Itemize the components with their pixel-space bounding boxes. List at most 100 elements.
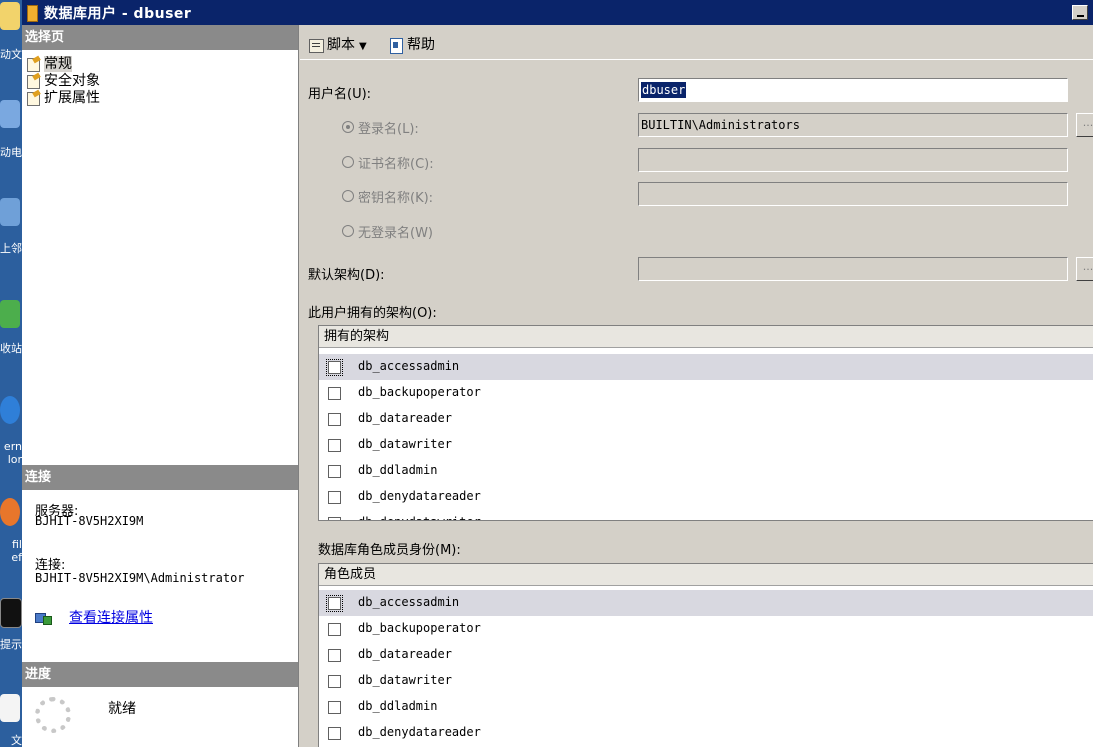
username-input[interactable]: dbuser (638, 78, 1068, 102)
login-name-label: 登录名(L): (358, 122, 419, 137)
desktop-icon-label: ern lor (3, 440, 22, 466)
role-member-row[interactable]: db_denydatareader (319, 720, 1093, 746)
role-member-checkbox[interactable] (326, 595, 343, 612)
without-login-label: 无登录名(W) (358, 226, 433, 241)
desktop-icon-label: 上邻 (0, 242, 22, 255)
desktop-icon-label: 动电 (0, 146, 22, 159)
desktop-icon-firefox[interactable]: fil ef (0, 498, 22, 570)
progress-status: 就绪 (108, 701, 136, 717)
certificate-name-field[interactable] (638, 148, 1068, 172)
role-membership-label: 数据库角色成员身份(M): (318, 543, 461, 558)
without-login-radio[interactable] (342, 225, 354, 237)
script-icon (308, 37, 324, 53)
owned-schema-checkbox[interactable] (326, 359, 343, 376)
owned-schema-row[interactable]: db_denydatawriter (319, 510, 1093, 520)
role-members-header: 角色成员 (319, 564, 1093, 586)
help-button[interactable]: 帮助 (388, 34, 435, 54)
owned-schemas-header: 拥有的架构 (319, 326, 1093, 348)
default-schema-browse-button[interactable]: ... (1076, 257, 1093, 281)
minimize-button[interactable] (1072, 5, 1088, 20)
owned-schema-row[interactable]: db_datawriter (319, 432, 1093, 458)
progress-spinner-icon (35, 697, 71, 733)
role-member-checkbox[interactable] (328, 701, 341, 714)
role-member-checkbox[interactable] (328, 727, 341, 740)
owned-schema-checkbox[interactable] (328, 491, 341, 504)
right-pane: 脚本 ▼ 帮助 用户名(U): dbuser 登录名(L): BUILTIN\Ad… (300, 25, 1093, 747)
firefox-icon (0, 498, 20, 526)
login-name-radio[interactable] (342, 121, 354, 133)
role-member-name: db_datawriter (358, 673, 452, 687)
login-name-value: BUILTIN\Administrators (641, 118, 800, 132)
page-general[interactable]: 常规 (25, 56, 72, 73)
role-member-checkbox[interactable] (328, 623, 341, 636)
certificate-name-label: 证书名称(C): (358, 157, 434, 172)
owned-schema-row[interactable]: db_datareader (319, 406, 1093, 432)
desktop-icon-notepad[interactable]: 文 (0, 694, 22, 747)
desktop-icon-network[interactable]: 上邻 (0, 198, 22, 258)
window-title: 数据库用户 - dbuser (44, 6, 192, 22)
help-label: 帮助 (407, 37, 435, 53)
database-user-dialog: 数据库用户 - dbuser 选择页 常规 安全对象 扩展属性 连接 服务器: … (22, 0, 1093, 747)
view-connection-properties-link[interactable]: 查看连接属性 (35, 607, 153, 627)
owned-schema-row[interactable]: db_ddladmin (319, 458, 1093, 484)
certificate-name-radio[interactable] (342, 156, 354, 168)
internet-explorer-icon (0, 396, 20, 424)
page-extended-properties[interactable]: 扩展属性 (25, 90, 100, 107)
role-member-row[interactable]: db_backupoperator (319, 616, 1093, 642)
owned-schema-name: db_denydatareader (358, 489, 481, 503)
role-member-row[interactable]: db_ddladmin (319, 694, 1093, 720)
role-member-row[interactable]: db_datawriter (319, 668, 1093, 694)
page-label: 安全对象 (44, 73, 100, 89)
desktop-icon-label: fil ef (11, 538, 22, 564)
page-icon (25, 91, 42, 106)
server-value: BJHIT-8V5H2XI9M (35, 514, 144, 528)
role-members-grid[interactable]: 角色成员 db_accessadmin db_backupoperator db… (318, 563, 1093, 747)
key-name-radio[interactable] (342, 190, 354, 202)
owned-schema-name: db_accessadmin (358, 359, 460, 373)
owned-schemas-grid[interactable]: 拥有的架构 db_accessadmin db_backupoperator d… (318, 325, 1093, 521)
connection-header: 连接 (22, 465, 298, 490)
default-schema-field[interactable] (638, 257, 1068, 281)
owned-schema-checkbox[interactable] (328, 465, 341, 478)
default-schema-label: 默认架构(D): (308, 268, 385, 283)
login-name-field[interactable]: BUILTIN\Administrators (638, 113, 1068, 137)
desktop-icon-recycle-bin[interactable]: 收站 (0, 300, 22, 360)
document-icon (0, 2, 20, 30)
owned-schema-row[interactable]: db_backupoperator (319, 380, 1093, 406)
owned-schema-name: db_datareader (358, 411, 452, 425)
owned-schema-name: db_datawriter (358, 437, 452, 451)
desktop-icon-documents[interactable]: 动文 (0, 2, 22, 61)
progress-header: 进度 (22, 662, 298, 687)
owned-schema-row[interactable]: db_denydatareader (319, 484, 1093, 510)
owned-schema-checkbox[interactable] (328, 439, 341, 452)
desktop-icon-computer[interactable]: 动电 (0, 100, 22, 160)
select-page-header: 选择页 (22, 25, 298, 50)
desktop-icon-internet-explorer[interactable]: ern lor (0, 396, 22, 470)
view-connection-properties-label: 查看连接属性 (69, 610, 153, 626)
connection-properties-icon (35, 611, 52, 625)
script-button[interactable]: 脚本 ▼ (308, 34, 373, 54)
owned-schema-row[interactable]: db_accessadmin (319, 354, 1093, 380)
owned-schema-checkbox[interactable] (328, 517, 341, 520)
role-member-name: db_backupoperator (358, 621, 481, 635)
role-member-checkbox[interactable] (328, 675, 341, 688)
notepad-icon (0, 694, 20, 722)
page-label: 常规 (44, 56, 72, 72)
owned-schema-checkbox[interactable] (328, 413, 341, 426)
role-member-checkbox[interactable] (328, 649, 341, 662)
role-member-row[interactable]: db_accessadmin (319, 590, 1093, 616)
login-browse-button[interactable]: ... (1076, 113, 1093, 137)
dropdown-arrow-icon[interactable]: ▼ (359, 41, 367, 52)
title-bar[interactable]: 数据库用户 - dbuser (22, 0, 1093, 25)
database-icon (27, 5, 38, 22)
key-name-label: 密钥名称(K): (358, 191, 434, 206)
owned-schema-name: db_ddladmin (358, 463, 438, 477)
key-name-field[interactable] (638, 182, 1068, 206)
toolbar: 脚本 ▼ 帮助 (300, 25, 1093, 60)
role-member-name: db_accessadmin (358, 595, 460, 609)
command-prompt-icon (0, 598, 22, 628)
role-member-row[interactable]: db_datareader (319, 642, 1093, 668)
owned-schema-checkbox[interactable] (328, 387, 341, 400)
page-securables[interactable]: 安全对象 (25, 73, 100, 90)
desktop-icon-command-prompt[interactable]: 提示 (0, 598, 22, 660)
